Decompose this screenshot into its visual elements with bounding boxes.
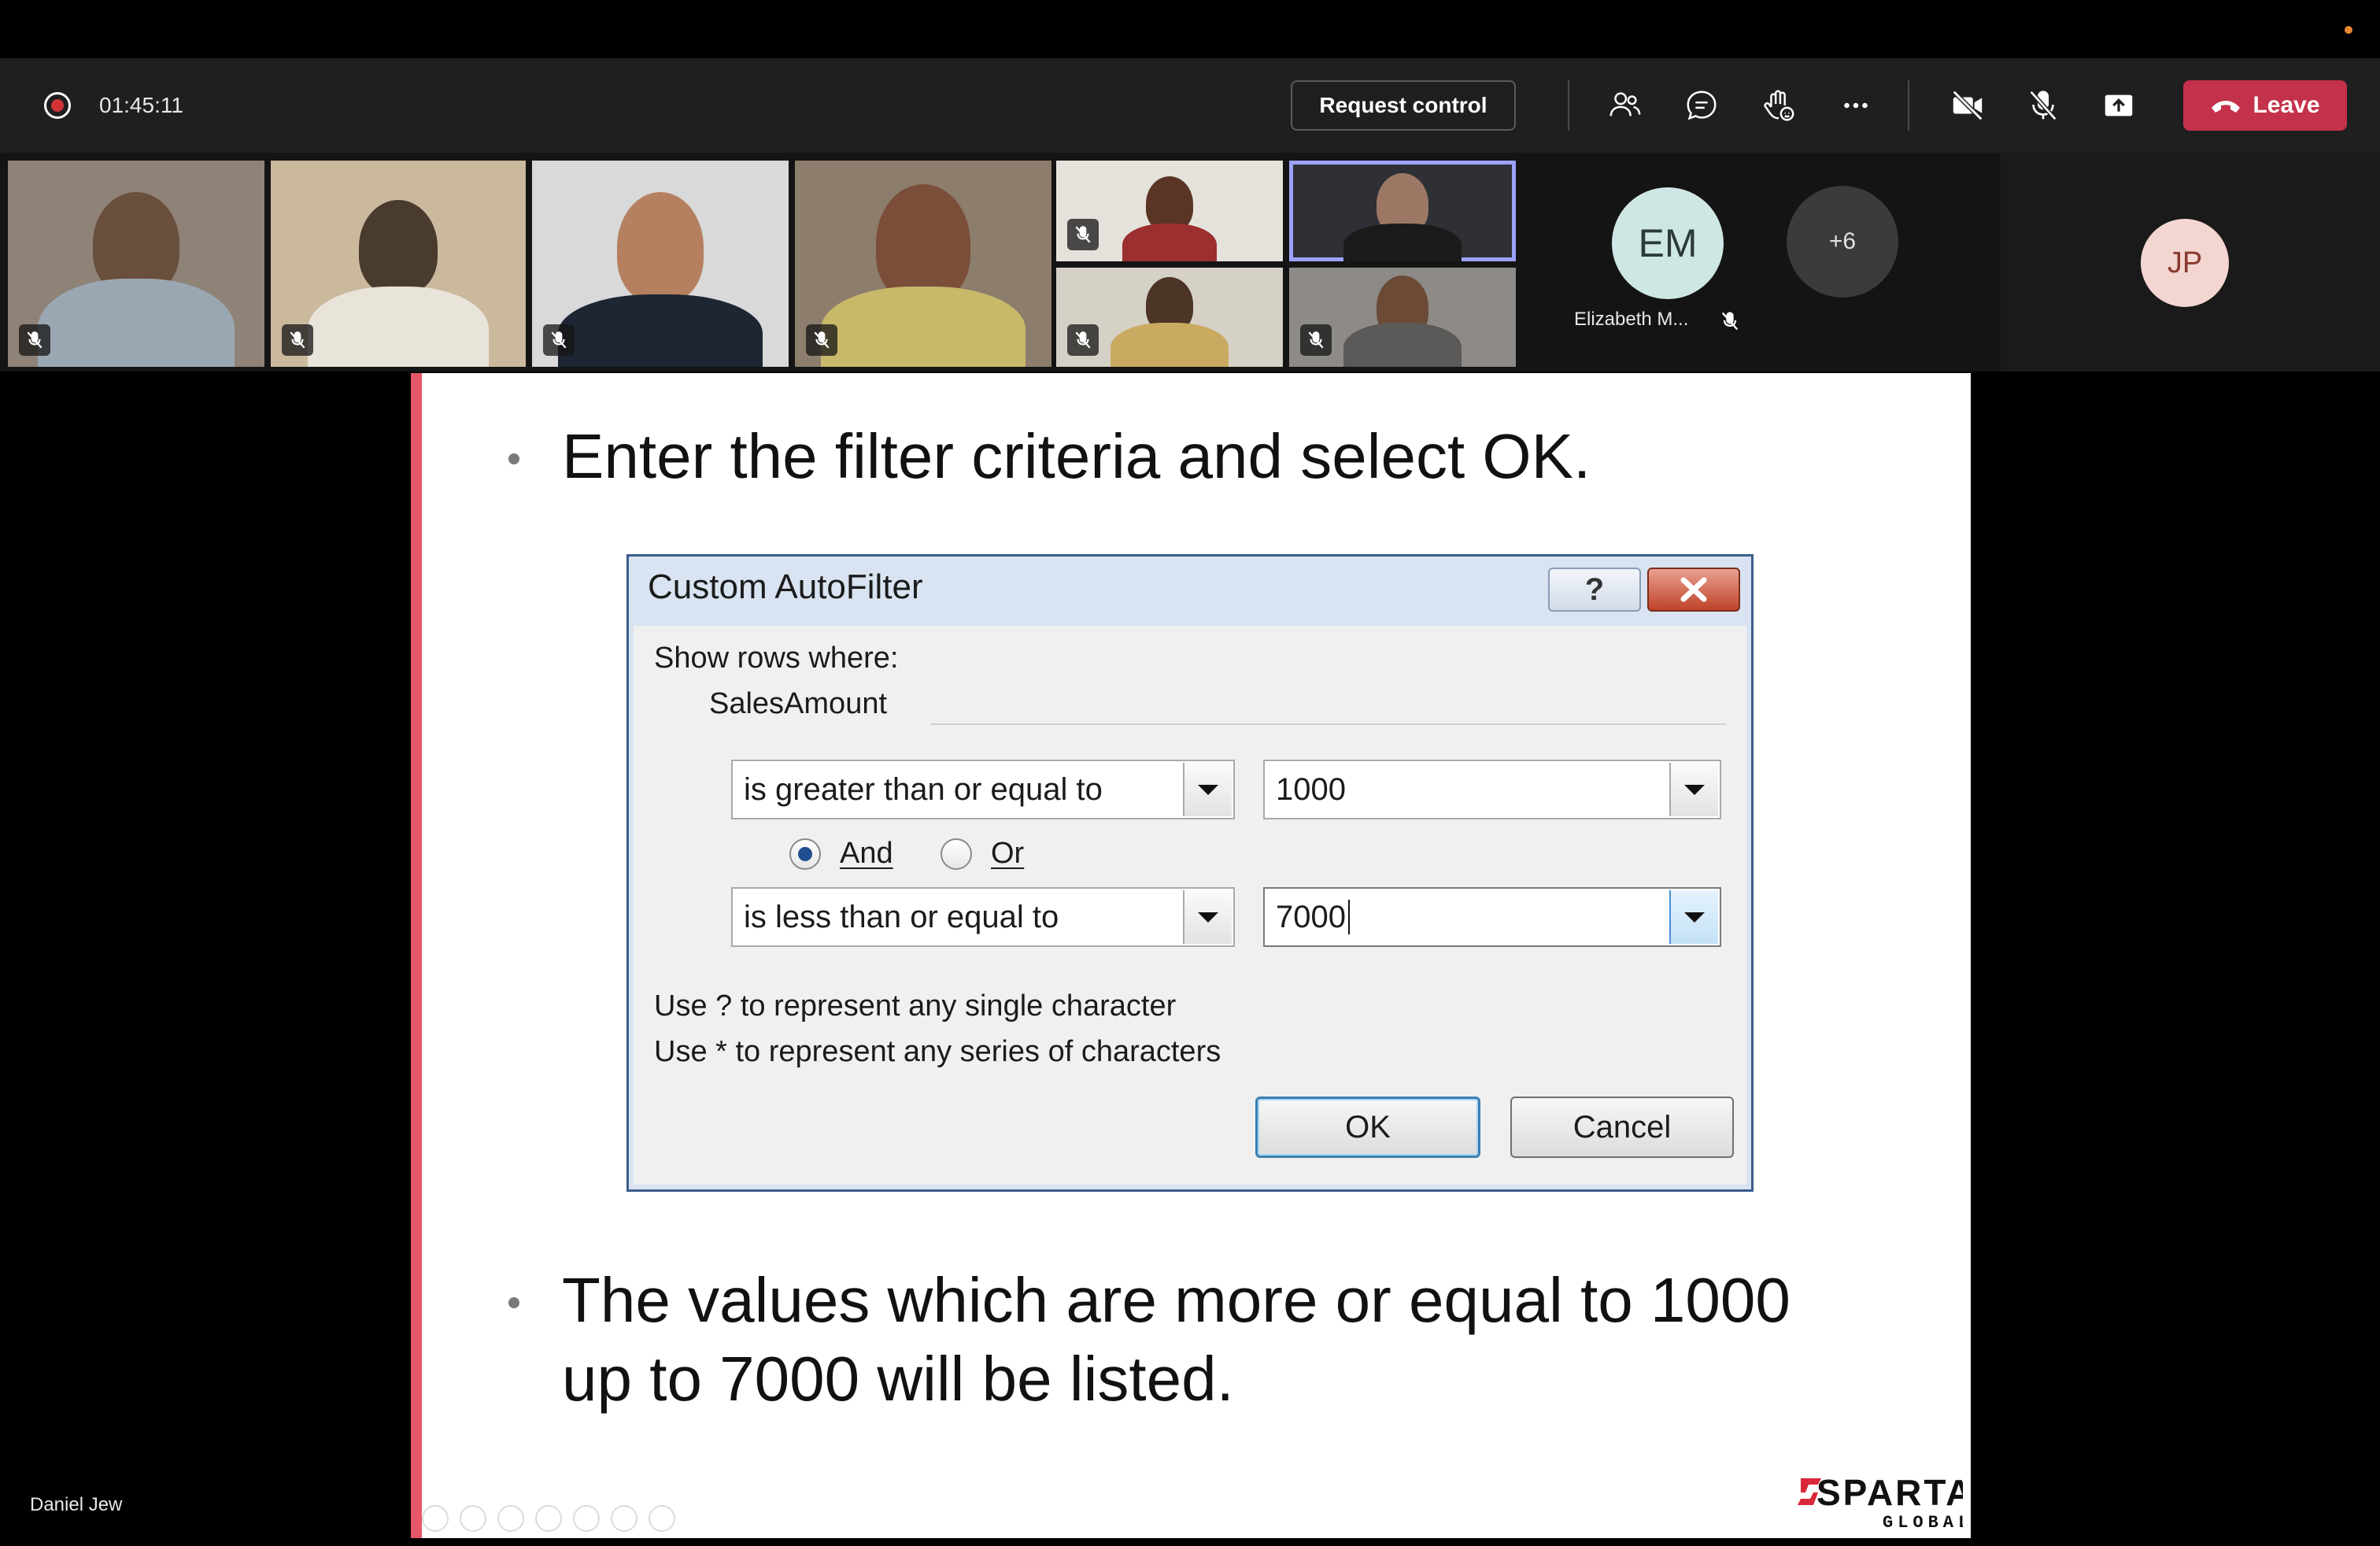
close-icon (1680, 577, 1707, 602)
leave-label: Leave (2252, 92, 2320, 118)
slides-icon[interactable] (535, 1505, 562, 1532)
participant-video-tile-active[interactable] (1289, 161, 1516, 261)
operator2-value: is less than or equal to (744, 900, 1059, 934)
overflow-participants[interactable]: +6 (1787, 186, 1898, 298)
or-label[interactable]: Or (991, 837, 1024, 871)
muted-icon (543, 324, 575, 356)
participant-name-em: Elizabeth M... (1574, 309, 1689, 330)
chevron-down-icon[interactable] (1669, 890, 1718, 944)
chevron-down-icon[interactable] (1669, 763, 1718, 816)
field-divider (931, 723, 1726, 725)
chevron-down-icon[interactable] (1183, 890, 1232, 944)
slide-navigation-controls[interactable] (422, 1505, 705, 1533)
self-avatar[interactable]: JP (2141, 219, 2229, 307)
value1-combobox[interactable]: 1000 (1263, 760, 1721, 819)
value1-text: 1000 (1276, 772, 1346, 807)
muted-icon (282, 324, 313, 356)
slide-accent-bar (411, 373, 422, 1538)
wildcard-hint: Use ? to represent any single character (654, 989, 1177, 1023)
close-button[interactable] (1647, 568, 1740, 612)
meeting-timer: 01:45:11 (99, 93, 183, 117)
participant-video-tile[interactable] (8, 161, 264, 367)
participant-video-tile[interactable] (1056, 161, 1283, 261)
request-control-button[interactable]: Request control (1291, 80, 1516, 131)
muted-icon (1300, 324, 1332, 356)
cancel-button[interactable]: Cancel (1510, 1097, 1734, 1158)
subtitles-icon[interactable] (611, 1505, 638, 1532)
help-button[interactable]: ? (1548, 568, 1641, 612)
participant-video-tile[interactable] (1056, 268, 1283, 367)
toolbar-divider (1568, 80, 1569, 131)
text-caret (1348, 900, 1350, 934)
chevron-down-icon[interactable] (1183, 763, 1232, 816)
and-radio[interactable] (789, 838, 821, 870)
share-tray-icon[interactable] (2095, 82, 2142, 129)
more-slide-options-icon[interactable] (649, 1505, 675, 1532)
bullet-point (508, 453, 519, 464)
or-radio[interactable] (941, 838, 972, 870)
previous-slide-icon[interactable] (422, 1505, 449, 1532)
bullet-point (508, 1297, 519, 1308)
sparta-global-logo: SPARTA GLOBAL (1798, 1472, 1963, 1533)
muted-icon (1067, 324, 1099, 356)
value2-combobox[interactable]: 7000 (1263, 887, 1721, 947)
wildcard-hint: Use * to represent any series of charact… (654, 1035, 1221, 1068)
dialog-title: Custom AutoFilter (648, 568, 923, 606)
chat-icon[interactable] (1678, 82, 1725, 129)
muted-icon (1067, 219, 1099, 250)
participant-video-tile[interactable] (532, 161, 789, 367)
camera-off-icon[interactable] (1944, 82, 1991, 129)
and-label[interactable]: And (840, 837, 893, 871)
mic-off-icon[interactable] (2020, 82, 2067, 129)
muted-icon (1721, 312, 1739, 331)
svg-text:SPARTA: SPARTA (1816, 1472, 1963, 1513)
presenter-name: Daniel Jew (30, 1494, 123, 1515)
phone-hangup-icon (2212, 101, 2241, 113)
participant-video-tile[interactable] (271, 161, 526, 367)
window-top-strip (0, 0, 2380, 58)
slide-bullet-text: Enter the filter criteria and select OK. (562, 421, 1591, 491)
raise-hand-icon[interactable] (1755, 82, 1802, 129)
participant-avatar-em[interactable]: EM (1612, 187, 1724, 299)
people-icon[interactable] (1601, 82, 1648, 129)
operator1-value: is greater than or equal to (744, 772, 1103, 807)
more-options-icon[interactable] (1832, 82, 1879, 129)
field-name-label: SalesAmount (709, 687, 888, 720)
slide-bullet-text: The values which are more or equal to 10… (562, 1265, 1791, 1335)
participant-video-tile[interactable] (795, 161, 1051, 367)
leave-button[interactable]: Leave (2183, 80, 2347, 131)
dialog-body: Show rows where: SalesAmount is greater … (634, 626, 1746, 1185)
ok-button[interactable]: OK (1255, 1097, 1480, 1158)
value2-text: 7000 (1276, 900, 1346, 934)
slide-bullet-text: up to 7000 will be listed. (562, 1344, 1234, 1414)
svg-text:GLOBAL: GLOBAL (1883, 1513, 1963, 1533)
operator1-select[interactable]: is greater than or equal to (731, 760, 1235, 819)
notification-dot (2345, 26, 2352, 34)
toolbar-divider (1908, 80, 1909, 131)
muted-icon (19, 324, 50, 356)
show-rows-label: Show rows where: (654, 642, 899, 675)
pen-icon[interactable] (497, 1505, 524, 1532)
operator2-select[interactable]: is less than or equal to (731, 887, 1235, 947)
recording-icon (44, 92, 71, 119)
zoom-icon[interactable] (573, 1505, 600, 1532)
participant-video-tile[interactable] (1289, 268, 1516, 367)
next-slide-icon[interactable] (460, 1505, 486, 1532)
custom-autofilter-dialog: Custom AutoFilter ? Show rows where: Sal… (626, 554, 1754, 1192)
muted-icon (806, 324, 837, 356)
